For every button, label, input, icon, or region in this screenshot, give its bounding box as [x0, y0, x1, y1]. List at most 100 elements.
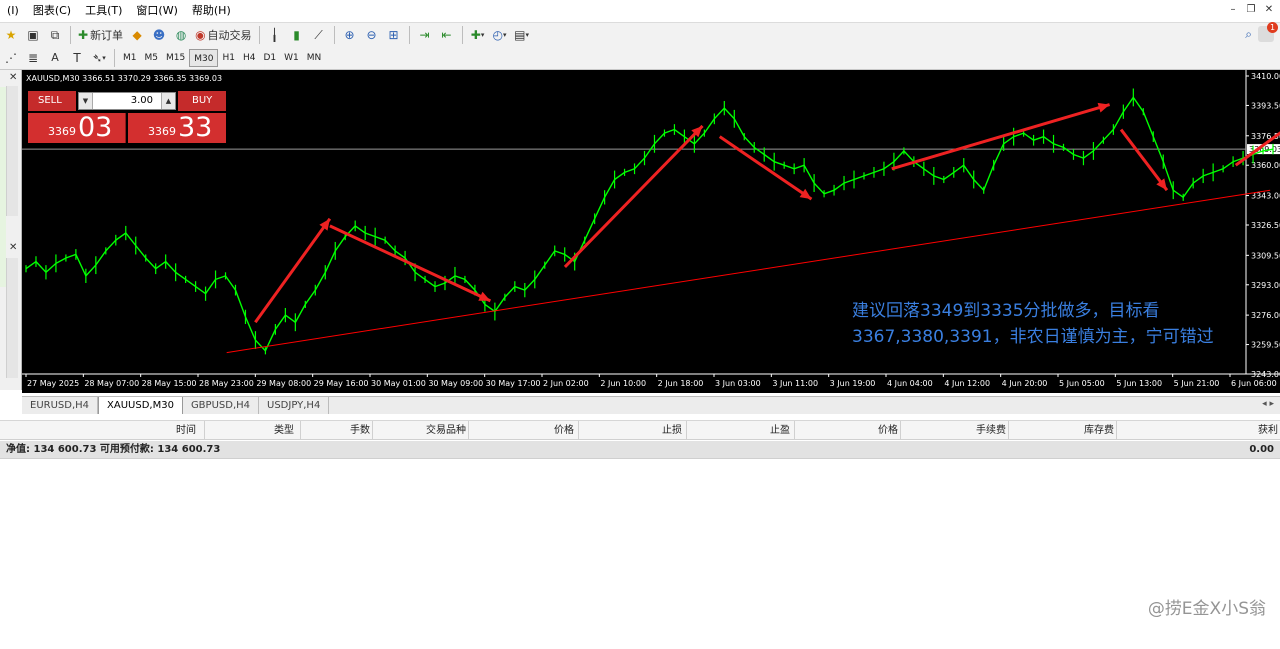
- fibonacci-icon[interactable]: ⋰: [1, 48, 21, 68]
- zoom-out-icon[interactable]: ⊖: [362, 25, 382, 45]
- buy-price[interactable]: 3369 33: [128, 112, 226, 143]
- text-tool[interactable]: A: [45, 48, 65, 68]
- candlestick-icon[interactable]: ▮: [287, 25, 307, 45]
- close-icon[interactable]: ✕: [9, 72, 17, 83]
- price-chart[interactable]: 3410.003393.503376.503360.003343.003326.…: [22, 70, 1280, 393]
- chevron-down-icon[interactable]: ▼: [79, 93, 93, 109]
- close-icon[interactable]: ✕: [1262, 3, 1276, 17]
- time-tick-label: 6 Jun 06:00: [1231, 379, 1277, 388]
- menu-item-tools[interactable]: 工具(T): [78, 0, 129, 22]
- tab-usdjpy[interactable]: USDJPY,H4: [259, 397, 330, 414]
- chart-shift-icon[interactable]: ⇥: [415, 25, 435, 45]
- column-type[interactable]: 类型: [204, 421, 300, 440]
- timeframe-m1[interactable]: M1: [119, 49, 141, 67]
- notification-icon[interactable]: 1: [1258, 22, 1278, 42]
- time-tick-label: 5 Jun 13:00: [1116, 379, 1162, 388]
- column-current-price[interactable]: 价格: [794, 421, 900, 440]
- column-symbol[interactable]: 交易品种: [372, 421, 468, 440]
- buy-price-prefix: 3369: [148, 125, 176, 138]
- search-icon[interactable]: ⌕: [1245, 27, 1252, 42]
- time-tick-label: 4 Jun 04:00: [887, 379, 933, 388]
- tab-xauusd[interactable]: XAUUSD,M30: [98, 397, 183, 414]
- navigator-icon[interactable]: ⧉: [45, 25, 65, 45]
- menu-item-charts[interactable]: 图表(C): [26, 0, 78, 22]
- templates-icon[interactable]: ▤ ▾: [512, 25, 532, 45]
- time-tick-label: 28 May 23:00: [199, 379, 254, 388]
- scrollbar[interactable]: [6, 86, 18, 216]
- arrows-icon[interactable]: ➴ ▾: [89, 48, 109, 68]
- timeframe-h4[interactable]: H4: [239, 49, 260, 67]
- tile-windows-icon[interactable]: ⊞: [384, 25, 404, 45]
- lot-size-field[interactable]: ▼ 3.00 ▲: [78, 92, 176, 110]
- signals-icon[interactable]: ☻: [149, 25, 169, 45]
- time-tick-label: 30 May 01:00: [371, 379, 426, 388]
- column-stop-loss[interactable]: 止损: [578, 421, 686, 440]
- time-tick-label: 2 Jun 18:00: [658, 379, 704, 388]
- column-swap[interactable]: 库存费: [1008, 421, 1116, 440]
- chart-header: XAUUSD,M30 3366.51 3370.29 3366.35 3369.…: [26, 74, 223, 83]
- time-tick-label: 2 Jun 02:00: [543, 379, 589, 388]
- time-tick-label: 5 Jun 05:00: [1059, 379, 1105, 388]
- buy-button[interactable]: BUY: [178, 91, 226, 111]
- equidistant-channel-icon[interactable]: ≣: [23, 48, 43, 68]
- new-order-button[interactable]: ✚ 新订单: [76, 25, 125, 45]
- price-tick-label: 3276.00: [1251, 311, 1280, 320]
- sell-price-pips: 03: [78, 112, 113, 143]
- time-tick-label: 28 May 07:00: [84, 379, 139, 388]
- indicators-icon[interactable]: ✚ ▾: [468, 25, 488, 45]
- restore-icon[interactable]: ❐: [1244, 3, 1258, 17]
- auto-trading-label: 自动交易: [207, 28, 252, 42]
- column-commission[interactable]: 手续费: [900, 421, 1008, 440]
- tab-eurusd[interactable]: EURUSD,H4: [22, 397, 99, 414]
- price-tick-label: 3326.50: [1251, 221, 1280, 230]
- column-take-profit[interactable]: 止盈: [686, 421, 794, 440]
- line-chart-icon[interactable]: ⟋: [309, 25, 329, 45]
- text-tool-label: A: [51, 51, 59, 64]
- bar-chart-icon[interactable]: ╽: [265, 25, 285, 45]
- timeframe-h1[interactable]: H1: [218, 49, 239, 67]
- tab-scroll-arrows[interactable]: ◂ ▸: [1262, 399, 1274, 409]
- market-watch-icon[interactable]: ▣: [23, 25, 43, 45]
- scrollbar[interactable]: [6, 258, 18, 378]
- column-time[interactable]: 时间: [176, 421, 196, 440]
- time-tick-label: 3 Jun 03:00: [715, 379, 761, 388]
- metaeditor-icon[interactable]: ◆: [127, 25, 147, 45]
- time-tick-label: 4 Jun 12:00: [944, 379, 990, 388]
- minimize-icon[interactable]: –: [1226, 3, 1240, 17]
- autoscroll-icon[interactable]: ⇤: [437, 25, 457, 45]
- time-tick-label: 28 May 15:00: [142, 379, 197, 388]
- column-profit[interactable]: 获利: [1116, 421, 1280, 440]
- line-studies-toolbar: ⋰ ≣ A T ➴ ▾ M1 M5 M15 M30 H1 H4 D1 W1 MN: [0, 46, 1280, 70]
- market-icon[interactable]: ◍: [171, 25, 191, 45]
- periods-icon[interactable]: ◴ ▾: [490, 25, 510, 45]
- menu-item-partial[interactable]: (I): [0, 0, 26, 22]
- timeframe-mn[interactable]: MN: [303, 49, 326, 67]
- timeframe-w1[interactable]: W1: [280, 49, 303, 67]
- zoom-in-icon[interactable]: ⊕: [340, 25, 360, 45]
- text-label-icon[interactable]: T: [67, 48, 87, 68]
- menu-item-help[interactable]: 帮助(H): [185, 0, 238, 22]
- column-lots[interactable]: 手数: [300, 421, 372, 440]
- time-tick-label: 3 Jun 11:00: [772, 379, 818, 388]
- tab-gbpusd[interactable]: GBPUSD,H4: [183, 397, 260, 414]
- timeframe-m15[interactable]: M15: [162, 49, 189, 67]
- left-panel: ✕ ✕: [0, 70, 22, 390]
- close-icon[interactable]: ✕: [9, 242, 17, 253]
- auto-trading-button[interactable]: ◉ 自动交易: [193, 25, 253, 45]
- timeframe-d1[interactable]: D1: [259, 49, 280, 67]
- time-tick-label: 4 Jun 20:00: [1002, 379, 1048, 388]
- trend-arrow-shaft: [563, 124, 704, 268]
- sell-button[interactable]: SELL: [28, 91, 76, 111]
- one-click-trading-panel: SELL ▼ 3.00 ▲ BUY 3369 03 3369 33: [28, 91, 226, 143]
- column-open-price[interactable]: 价格: [468, 421, 578, 440]
- time-tick-label: 2 Jun 10:00: [600, 379, 646, 388]
- favorites-icon[interactable]: ★: [1, 25, 21, 45]
- sell-price[interactable]: 3369 03: [28, 112, 126, 143]
- window-controls: – ❐ ✕: [1226, 3, 1276, 17]
- timeframe-m5[interactable]: M5: [141, 49, 163, 67]
- timeframe-m30[interactable]: M30: [189, 48, 219, 67]
- price-tick-label: 3309.50: [1251, 251, 1280, 260]
- menu-item-window[interactable]: 窗口(W): [129, 0, 184, 22]
- chevron-up-icon[interactable]: ▲: [161, 93, 175, 109]
- trend-arrow-shaft: [891, 103, 1111, 171]
